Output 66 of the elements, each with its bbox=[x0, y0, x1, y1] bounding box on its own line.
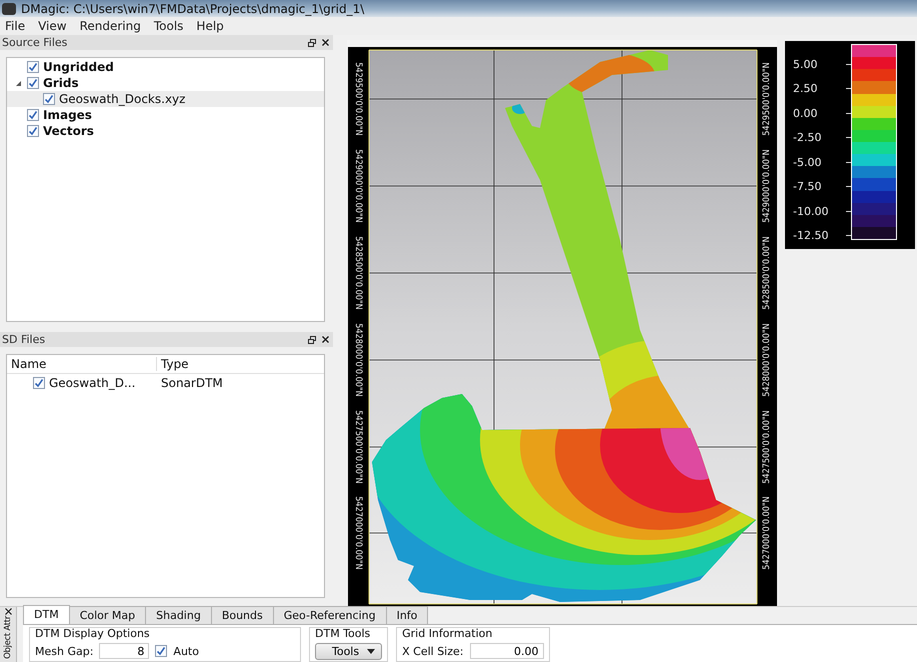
latitude-label: 5428000'0'0.00"N bbox=[762, 323, 772, 397]
table-cell-text: SonarDTM bbox=[160, 376, 223, 390]
tree-item[interactable]: Grids bbox=[43, 76, 79, 90]
tree-item[interactable]: Ungridded bbox=[43, 60, 114, 74]
field-label: Mesh Gap: bbox=[35, 644, 94, 658]
table-cell: Geoswath_D... bbox=[49, 376, 136, 390]
scale-label: 5.00 bbox=[793, 58, 818, 71]
checkbox[interactable] bbox=[43, 93, 55, 105]
latitude-label: 5427000'0'0.00"N bbox=[353, 496, 363, 570]
scale-label: 2.50 bbox=[793, 82, 818, 96]
close-icon[interactable] bbox=[4, 608, 12, 615]
tab[interactable]: Info bbox=[386, 606, 428, 624]
scale-label: -2.50 bbox=[793, 131, 822, 144]
latitude-label: 5428000'0'0.00"N bbox=[353, 323, 363, 397]
checkbox[interactable] bbox=[155, 645, 168, 657]
checkbox[interactable] bbox=[27, 125, 39, 137]
group-title: Grid Information bbox=[402, 627, 494, 640]
scale-label: -10.00 bbox=[793, 204, 828, 218]
menu-item[interactable]: File bbox=[0, 19, 34, 33]
close-icon[interactable] bbox=[322, 336, 329, 343]
mesh-gap-field[interactable]: 8 bbox=[99, 643, 150, 659]
checkbox-label: Auto bbox=[173, 644, 199, 658]
field-label: X Cell Size: bbox=[402, 644, 464, 658]
panel-title: Source Files bbox=[2, 36, 68, 49]
scale-label: -7.50 bbox=[793, 180, 822, 194]
tools-button[interactable]: Tools bbox=[315, 643, 382, 660]
app-icon bbox=[2, 2, 16, 14]
close-icon[interactable] bbox=[322, 39, 329, 46]
panel-title: SD Files bbox=[2, 333, 46, 346]
float-icon[interactable] bbox=[308, 38, 316, 46]
checkbox[interactable] bbox=[27, 61, 39, 73]
x-cell-size-field[interactable]: 0.00 bbox=[470, 643, 544, 659]
column-header[interactable]: Type bbox=[157, 357, 189, 371]
tab[interactable]: Bounds bbox=[210, 606, 274, 624]
tree-item[interactable]: Vectors bbox=[43, 124, 94, 138]
side-tab[interactable]: Object Attr bbox=[0, 607, 17, 662]
latitude-label: 5429000'0'0.00"N bbox=[762, 149, 772, 223]
checkbox[interactable] bbox=[33, 376, 45, 388]
menu-item[interactable]: Tools bbox=[148, 19, 192, 33]
latitude-label: 5427000'0'0.00"N bbox=[762, 496, 772, 570]
menu-item[interactable]: Help bbox=[191, 19, 232, 33]
latitude-label: 5429500'0'0.00"N bbox=[762, 62, 772, 136]
tab[interactable]: Shading bbox=[145, 606, 212, 624]
menu-item[interactable]: Rendering bbox=[74, 19, 149, 33]
latitude-label: 5429500'0'0.00"N bbox=[353, 62, 363, 136]
checkbox[interactable] bbox=[27, 109, 39, 121]
latitude-label: 5428500'0'0.00"N bbox=[353, 236, 363, 310]
tab[interactable]: DTM bbox=[23, 605, 70, 624]
window-title: DMagic: C:\Users\win7\FMData\Projects\dmagic_1\grid_1\ bbox=[21, 2, 364, 16]
scale-label: 0.00 bbox=[793, 106, 818, 120]
latitude-label: 5427500'0'0.00"N bbox=[353, 410, 363, 484]
latitude-label: 5427500'0'0.00"N bbox=[762, 410, 772, 484]
scale-label: -12.50 bbox=[793, 229, 828, 242]
scale-label: -5.00 bbox=[793, 156, 822, 169]
group-title: DTM Display Options bbox=[35, 627, 151, 640]
checkbox[interactable] bbox=[27, 77, 39, 89]
group-title: DTM Tools bbox=[315, 627, 372, 640]
latitude-label: 5428500'0'0.00"N bbox=[762, 236, 772, 310]
tree-item[interactable]: Images bbox=[43, 108, 92, 122]
menu-item[interactable]: View bbox=[33, 19, 75, 33]
caret-icon bbox=[367, 649, 376, 654]
tab[interactable]: Color Map bbox=[68, 606, 146, 624]
latitude-label: 5429000'0'0.00"N bbox=[353, 149, 363, 223]
float-icon[interactable] bbox=[308, 336, 316, 344]
column-header[interactable]: Name bbox=[7, 357, 157, 371]
tab[interactable]: Geo-Referencing bbox=[272, 606, 387, 624]
